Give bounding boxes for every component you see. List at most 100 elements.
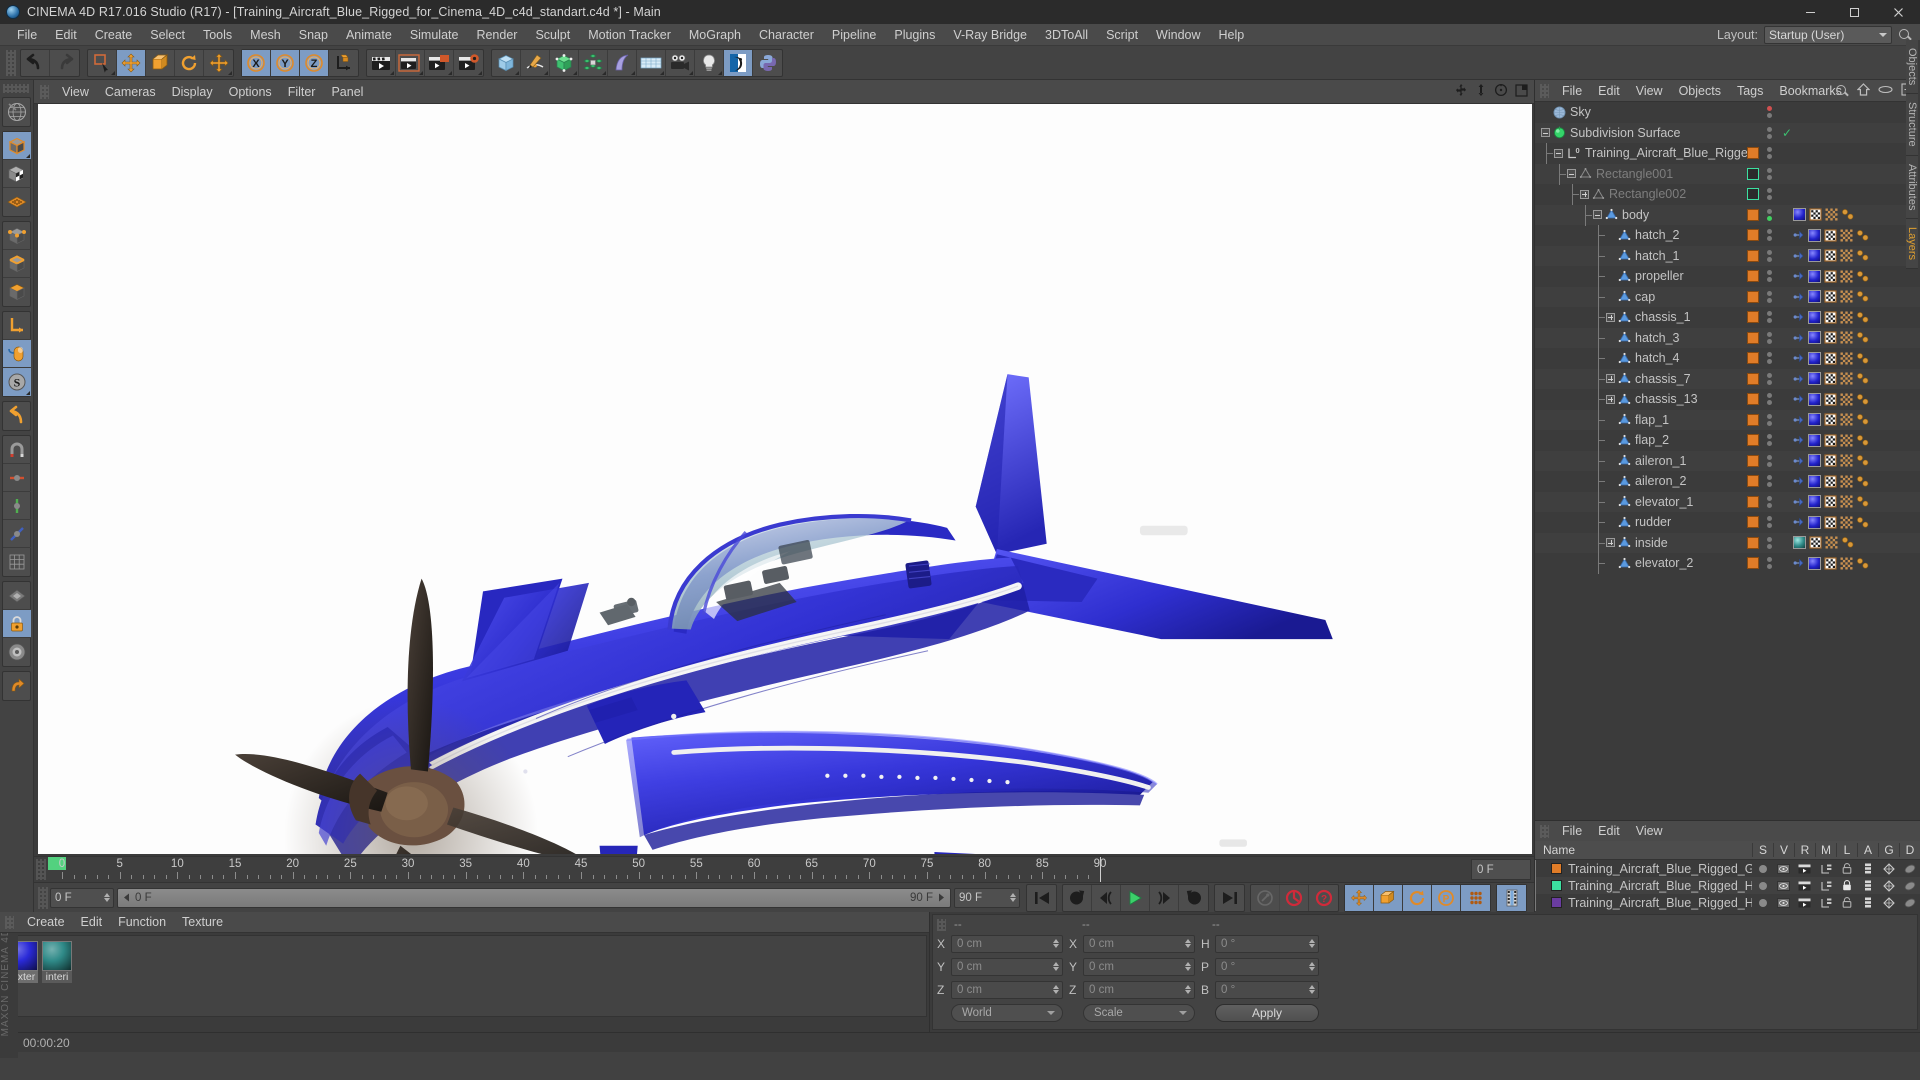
collapse-icon[interactable] xyxy=(1554,148,1563,158)
size-y-field[interactable]: 0 cm xyxy=(1083,957,1195,976)
material-blue-icon[interactable] xyxy=(1808,331,1821,345)
layer-manager-toggle[interactable] xyxy=(1815,898,1836,908)
uvw-tag-icon[interactable] xyxy=(1824,270,1837,283)
expand-icon[interactable] xyxy=(1606,538,1615,548)
timeline-ruler[interactable]: 051015202530354045505560657075808590 xyxy=(48,857,1468,882)
uvw-tag-icon[interactable] xyxy=(1824,331,1837,344)
object-tags[interactable] xyxy=(1793,474,1870,488)
vtab-layers[interactable]: Layers xyxy=(1906,219,1918,270)
om-menu-file[interactable]: File xyxy=(1554,81,1590,101)
quantize-icon[interactable] xyxy=(3,548,31,576)
visibility-dots[interactable] xyxy=(1767,147,1772,160)
mm-menu-function[interactable]: Function xyxy=(110,912,174,932)
menu-animate[interactable]: Animate xyxy=(337,24,401,46)
position-y-field[interactable]: 0 cm xyxy=(951,957,1063,976)
uvw-tag-icon[interactable] xyxy=(1824,495,1837,508)
sketch-toon-icon[interactable] xyxy=(724,49,753,76)
mouse-tool-icon[interactable] xyxy=(3,340,31,368)
layer-manager-toggle[interactable] xyxy=(1815,864,1836,874)
dolly-icon[interactable] xyxy=(1475,83,1487,100)
material-blue-icon[interactable] xyxy=(1808,474,1821,488)
layer-swatch-cell[interactable] xyxy=(1747,147,1762,160)
layer-swatch-cell[interactable] xyxy=(1747,557,1762,570)
menu-mograph[interactable]: MoGraph xyxy=(680,24,750,46)
menu-window[interactable]: Window xyxy=(1147,24,1209,46)
object-tags[interactable] xyxy=(1793,269,1870,283)
layer-row[interactable]: Training_Aircraft_Blue_Rigged_Geometry xyxy=(1535,860,1920,877)
object-row[interactable]: chassis_13 xyxy=(1535,389,1920,410)
edges-mode-icon[interactable] xyxy=(3,250,31,278)
menu-motion-tracker[interactable]: Motion Tracker xyxy=(579,24,680,46)
menu-help[interactable]: Help xyxy=(1210,24,1254,46)
object-tags[interactable] xyxy=(1793,556,1870,570)
layer-generator-toggle[interactable] xyxy=(1878,896,1899,909)
material-blue-icon[interactable] xyxy=(1808,249,1821,263)
xref-icon[interactable] xyxy=(1793,229,1805,241)
layer-color-orange-icon[interactable] xyxy=(1747,311,1759,324)
selection-tag-icon[interactable] xyxy=(1856,393,1870,406)
object-row[interactable]: elevator_1 xyxy=(1535,491,1920,513)
layer-solo-toggle[interactable] xyxy=(1752,881,1773,890)
object-row[interactable]: Rectangle001 xyxy=(1535,163,1920,185)
object-tags[interactable] xyxy=(1793,310,1870,324)
texture-tag-icon[interactable] xyxy=(1840,311,1853,324)
cube-primitive-icon[interactable] xyxy=(492,49,521,76)
workplane-icon[interactable] xyxy=(3,188,31,216)
layer-solo-toggle[interactable] xyxy=(1752,898,1773,907)
eye-icon[interactable] xyxy=(1878,83,1893,98)
layer-color-orange-icon[interactable] xyxy=(1747,352,1759,365)
layer-animation-toggle[interactable] xyxy=(1857,863,1878,874)
layer-color-orange-icon[interactable] xyxy=(1747,475,1759,488)
visibility-dots[interactable] xyxy=(1767,536,1772,549)
size-z-field[interactable]: 0 cm xyxy=(1083,980,1195,999)
xref-icon[interactable] xyxy=(1793,455,1805,467)
material-blue-icon[interactable] xyxy=(1808,433,1821,447)
move-icon[interactable] xyxy=(117,49,146,76)
selection-tag-icon[interactable] xyxy=(1856,270,1870,283)
collapse-icon[interactable] xyxy=(1541,128,1550,138)
layer-swatch-cell[interactable] xyxy=(1747,536,1762,549)
toolbar-grip[interactable] xyxy=(6,49,16,76)
om-menu-tags[interactable]: Tags xyxy=(1729,81,1771,101)
visibility-dots[interactable] xyxy=(1767,516,1772,529)
object-axis-icon[interactable] xyxy=(3,312,31,340)
minimize-button[interactable] xyxy=(1788,0,1832,24)
visibility-dots[interactable] xyxy=(1767,331,1772,344)
step-back-icon[interactable] xyxy=(1092,884,1121,911)
object-row[interactable]: chassis_1 xyxy=(1535,307,1920,328)
object-tags[interactable] xyxy=(1793,351,1870,365)
layer-color-orange-icon[interactable] xyxy=(1747,147,1759,160)
layer-solo-toggle[interactable] xyxy=(1752,864,1773,873)
timeline-grip[interactable] xyxy=(36,859,46,880)
menu-snap[interactable]: Snap xyxy=(290,24,337,46)
layer-lock-toggle[interactable] xyxy=(1836,863,1857,874)
texture-tag-icon[interactable] xyxy=(1840,229,1853,242)
key-parameter-icon[interactable]: P xyxy=(1432,884,1461,911)
visibility-dots[interactable] xyxy=(1767,557,1772,570)
texture-tag-icon[interactable] xyxy=(1840,454,1853,467)
texture-tag-icon[interactable] xyxy=(1840,331,1853,344)
visibility-dots[interactable] xyxy=(1767,352,1772,365)
mm-menu-texture[interactable]: Texture xyxy=(174,912,231,932)
current-frame-field[interactable]: 0 F xyxy=(50,887,114,908)
maximize-button[interactable] xyxy=(1832,0,1876,24)
texture-tag-icon[interactable] xyxy=(1825,536,1838,549)
selection-tag-icon[interactable] xyxy=(1856,454,1870,467)
array-icon[interactable] xyxy=(579,49,608,76)
object-row[interactable]: aileron_1 xyxy=(1535,450,1920,472)
object-row[interactable]: 0 Training_Aircraft_Blue_Rigged xyxy=(1535,143,1920,164)
visibility-dots[interactable] xyxy=(1767,126,1772,139)
menu-edit[interactable]: Edit xyxy=(46,24,86,46)
viewport-menu-display[interactable]: Display xyxy=(164,81,221,103)
object-row[interactable]: propeller xyxy=(1535,266,1920,287)
layer-color-orange-icon[interactable] xyxy=(1747,208,1759,221)
visibility-dots[interactable] xyxy=(1767,454,1772,467)
layer-swatch-cell[interactable] xyxy=(1747,229,1762,242)
object-row[interactable]: rudder xyxy=(1535,512,1920,533)
menu-plugins[interactable]: Plugins xyxy=(885,24,944,46)
material-blue-icon[interactable] xyxy=(1808,454,1821,468)
expand-icon[interactable] xyxy=(1580,189,1589,199)
visibility-dots[interactable] xyxy=(1767,249,1772,262)
object-tags[interactable] xyxy=(1793,290,1870,304)
layer-color-orange-icon[interactable] xyxy=(1747,454,1759,467)
